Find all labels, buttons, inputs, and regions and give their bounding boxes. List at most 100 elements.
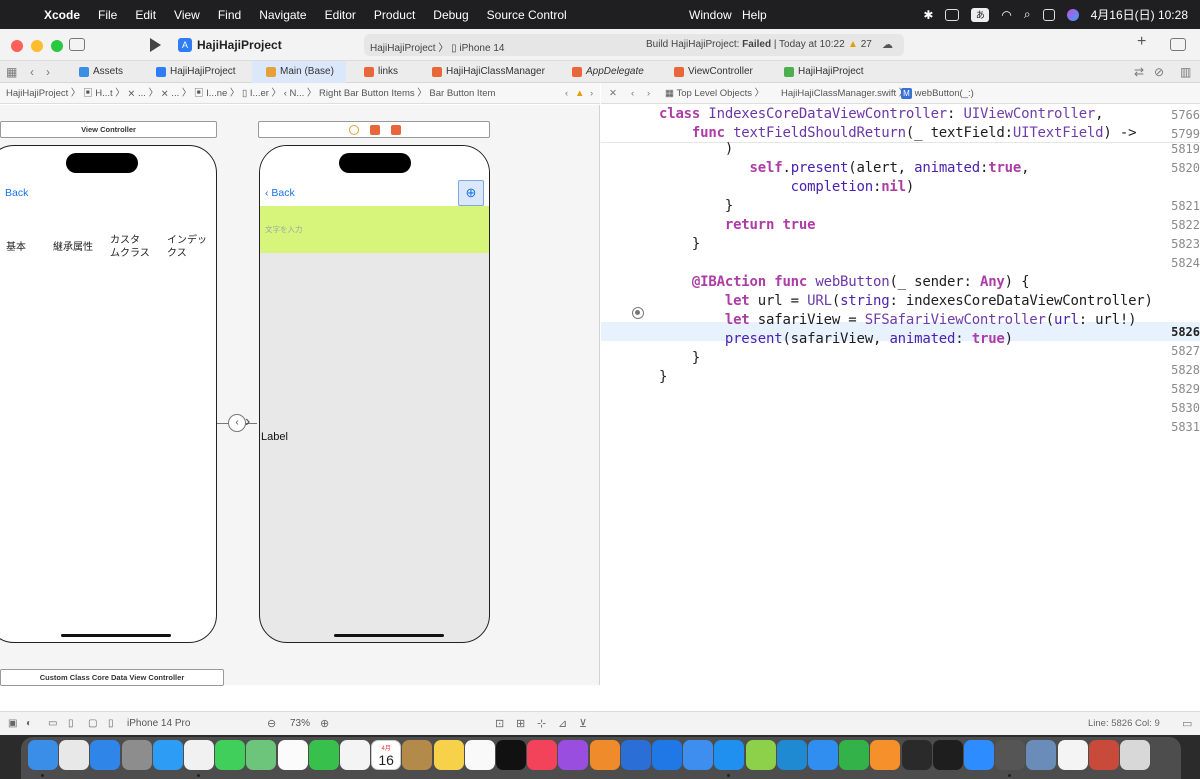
segment-basic[interactable]: 基本 <box>6 241 26 254</box>
reminders-like-icon[interactable] <box>340 740 370 770</box>
jump-bar-right[interactable]: ✕ ‹ › ▦ Top Level Objects 〉 HajiHajiClas… <box>601 83 1200 104</box>
menu-app-name[interactable]: Xcode <box>44 8 80 22</box>
apple-tv-icon[interactable] <box>496 740 526 770</box>
menu-product[interactable]: Product <box>374 8 415 22</box>
close-window-button[interactable] <box>11 40 23 52</box>
right-back-button[interactable]: ‹ Back <box>265 187 295 199</box>
segment-index[interactable]: インデッ クス <box>167 234 207 260</box>
tab-project[interactable]: HajiHajiProject <box>156 61 246 83</box>
code-line[interactable]: } <box>659 236 700 252</box>
siri-icon[interactable] <box>1066 8 1079 21</box>
globe-icon[interactable]: ⊕ <box>458 180 484 206</box>
view-controller-icon[interactable] <box>349 125 359 135</box>
pricetag-icon[interactable] <box>683 740 714 770</box>
xcode-like-icon[interactable] <box>620 740 651 770</box>
exit-icon[interactable] <box>391 125 401 135</box>
swap-icon[interactable]: ⇄ <box>1134 65 1144 79</box>
menu-navigate[interactable]: Navigate <box>259 8 306 22</box>
jump-bar-left[interactable]: HajiHajiProject 〉 ▣ H...t 〉 ⨯ ... 〉 ⨯ ..… <box>0 83 600 104</box>
launchpad-icon[interactable] <box>59 740 90 770</box>
menu-clock[interactable]: 4月16日(日) 10:28 <box>1091 6 1188 23</box>
jump-file[interactable]: HajiHajiClassManager.swift 〉 <box>781 83 908 103</box>
apple-menu-icon[interactable] <box>16 8 30 22</box>
xcode-icon[interactable] <box>652 740 682 770</box>
tab-assets[interactable]: Assets <box>79 61 155 83</box>
finder-icon[interactable] <box>28 740 58 770</box>
code-line[interactable]: let safariView = SFSafariViewController(… <box>659 312 1137 328</box>
custom-class-vc-title-bar[interactable]: Custom Class Core Data View Controller <box>0 669 224 686</box>
pages-icon[interactable] <box>870 740 901 770</box>
device-icon[interactable]: ▯ <box>108 718 114 729</box>
tab-project-test[interactable]: HajiHajiProject <box>784 61 884 83</box>
code-line[interactable]: } <box>659 350 700 366</box>
spotlight-icon[interactable]: ⌕ <box>1024 7 1031 22</box>
trash-icon[interactable] <box>1120 740 1150 770</box>
zoom-icon[interactable] <box>964 740 994 770</box>
segment-inheritance[interactable]: 継承属性 <box>53 241 93 254</box>
maps-icon[interactable] <box>246 740 277 770</box>
system-settings-icon[interactable] <box>121 740 152 770</box>
battery-icon[interactable] <box>945 8 960 21</box>
github-icon[interactable] <box>901 740 932 770</box>
view-controller-dock[interactable] <box>258 121 490 138</box>
tab-links[interactable]: links <box>364 61 424 83</box>
tab-classmanager[interactable]: HajiHajiClassManager <box>432 61 562 83</box>
bluetooth-icon[interactable]: ✱ <box>923 8 933 22</box>
tab-viewcontroller[interactable]: ViewController <box>674 61 774 83</box>
dictionary-icon[interactable] <box>1088 740 1119 770</box>
inspector-icon[interactable]: ▭ <box>1182 717 1192 730</box>
inspector-toggle-icon[interactable] <box>1170 38 1186 51</box>
numbers-icon[interactable] <box>839 740 870 770</box>
menu-help[interactable]: Help <box>742 8 767 22</box>
wifi-icon[interactable]: ◠ <box>1001 8 1011 22</box>
notes-like-icon[interactable] <box>402 740 433 770</box>
menu-source-control[interactable]: Source Control <box>487 8 567 22</box>
podcasts-icon[interactable] <box>558 740 589 770</box>
control-center-icon[interactable] <box>1042 8 1055 21</box>
add-library-button[interactable]: + <box>1137 33 1146 51</box>
orientation-icon[interactable]: ▭ <box>48 718 57 729</box>
preview-icon[interactable] <box>1026 740 1057 770</box>
vscode-icon[interactable] <box>776 740 807 770</box>
code-line[interactable]: present(safariView, animated: true) <box>659 331 1013 347</box>
code-editor[interactable]: 5766 5799 class IndexesCoreDataViewContr… <box>601 105 1200 711</box>
segment-custom-class[interactable]: カスタ ムクラス <box>110 234 150 260</box>
zoom-window-button[interactable] <box>51 40 63 52</box>
grid-icon[interactable]: ▦ <box>6 65 17 79</box>
cloud-icon[interactable]: ☁ <box>882 38 893 51</box>
code-line[interactable]: completion:nil) <box>659 179 915 195</box>
left-phone-frame[interactable]: Back 基本 継承属性 カスタ ムクラス インデッ クス <box>0 145 217 643</box>
mail-icon[interactable] <box>90 740 121 770</box>
numbers-like-icon[interactable] <box>745 740 776 770</box>
navigator-toggle-icon[interactable] <box>69 38 85 51</box>
forward-chevron-icon[interactable]: › <box>46 65 50 79</box>
tab-appdelegate[interactable]: AppDelegate <box>572 61 672 83</box>
menu-find[interactable]: Find <box>218 8 241 22</box>
nav-left-icon[interactable]: ‹ <box>565 83 568 103</box>
traits-icon[interactable]: ▯ <box>68 718 74 729</box>
code-line[interactable]: ) <box>659 141 733 157</box>
music-icon[interactable] <box>527 740 558 770</box>
code-line[interactable]: @IBAction func webButton(_ sender: Any) … <box>659 274 1030 290</box>
calendar-icon[interactable]: 4月 16 <box>371 740 402 770</box>
code-line[interactable]: return true <box>659 217 816 233</box>
forward-chevron-icon[interactable]: › <box>647 83 650 103</box>
reminders-icon[interactable] <box>464 740 495 770</box>
align-icon[interactable]: ⊞ <box>516 717 525 730</box>
nav-right-icon[interactable]: › <box>590 83 593 103</box>
accessibility-icon[interactable]: ▢ <box>88 718 97 729</box>
photos-icon[interactable] <box>277 740 308 770</box>
split-icon[interactable]: ▥ <box>1180 65 1191 79</box>
first-responder-icon[interactable] <box>370 125 380 135</box>
menu-edit[interactable]: Edit <box>135 8 156 22</box>
code-line[interactable]: } <box>659 369 667 385</box>
appearance-icon[interactable]: ◐ <box>26 718 32 729</box>
embed-icon[interactable]: ⊻ <box>579 717 587 730</box>
warning-icon[interactable]: ▲ <box>575 83 584 103</box>
facetime-icon[interactable] <box>308 740 339 770</box>
code-line[interactable]: self.present(alert, animated:true, <box>659 160 1030 176</box>
scheme-selector[interactable]: HajiHajiProject 〉 ▯ iPhone 14 <box>370 39 504 54</box>
calculator-icon[interactable] <box>995 740 1026 770</box>
menu-file[interactable]: File <box>98 8 117 22</box>
notes-icon[interactable] <box>433 740 464 770</box>
